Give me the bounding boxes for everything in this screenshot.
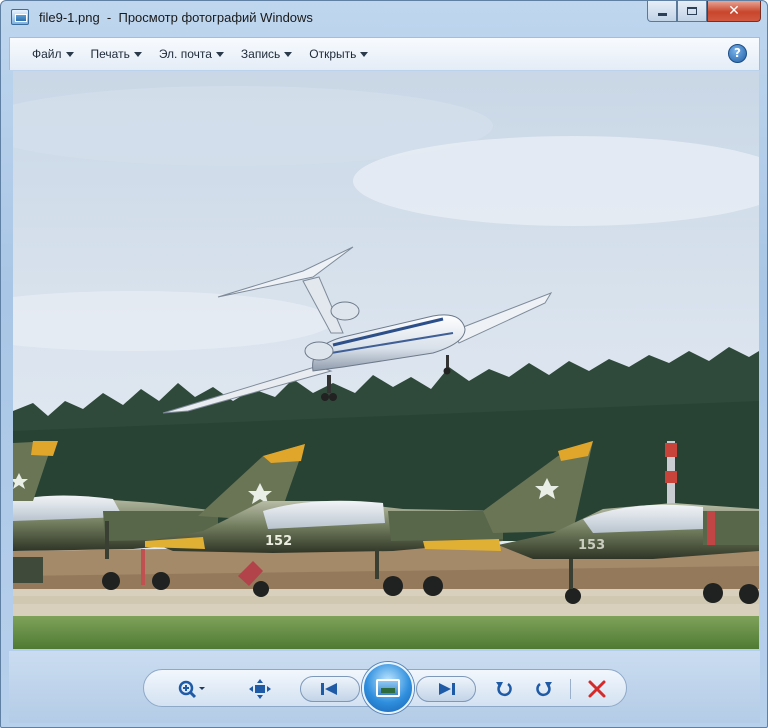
zoom-icon [178,680,205,699]
menu-burn-label: Запись [240,47,281,61]
rotate-right-button[interactable] [530,670,558,708]
caption-buttons: ✕ [647,1,761,22]
title-bar[interactable]: file9-1.png - Просмотр фотографий Window… [1,1,767,35]
chevron-down-icon [133,51,142,57]
chevron-down-icon [284,51,293,57]
minimize-button[interactable] [647,1,677,22]
slideshow-button[interactable] [362,662,414,714]
airliner-over-military-jets-photo: 152 153 [13,71,759,649]
menu-file[interactable]: Файл [32,47,74,61]
delete-button[interactable] [582,670,612,708]
photo-viewer-window: file9-1.png - Просмотр фотографий Window… [0,0,768,728]
chevron-down-icon [215,51,224,57]
menu-bar: Файл Печать Эл. почта Запись Открыть ? [9,37,760,70]
rotate-left-icon [496,682,512,697]
maximize-icon [687,7,697,15]
previous-button[interactable] [300,676,360,702]
chevron-down-icon [65,51,74,57]
rotate-left-button[interactable] [490,670,518,708]
bottom-control-bar [9,651,760,723]
help-icon: ? [734,46,741,60]
menu-print[interactable]: Печать [91,47,142,61]
actual-size-button[interactable] [244,670,276,708]
delete-icon [588,680,606,698]
minimize-icon [657,12,667,16]
maximize-button[interactable] [677,1,707,22]
help-button[interactable]: ? [728,44,747,63]
zoom-button[interactable] [172,670,212,708]
menu-email-label: Эл. почта [158,47,212,61]
previous-icon [321,683,337,695]
slideshow-icon [376,679,400,697]
next-icon [439,683,455,695]
chevron-down-icon [360,51,369,57]
menu-email[interactable]: Эл. почта [159,47,224,61]
tail-number-153: 153 [578,538,605,553]
menu-open-label: Открыть [309,47,357,61]
menu-print-label: Печать [90,47,130,61]
toolbar-divider [570,679,571,699]
window-title: file9-1.png - Просмотр фотографий Window… [39,10,313,25]
menu-burn[interactable]: Запись [240,47,293,61]
close-button[interactable]: ✕ [707,1,761,22]
fit-window-icon [249,679,271,699]
rotate-right-icon [536,682,552,697]
menu-file-label: Файл [32,47,62,61]
photo-viewer-app-icon [11,9,29,25]
controls-pill [143,662,627,714]
photo-display: 152 153 [13,71,759,649]
close-icon: ✕ [728,3,740,19]
tail-number-152: 152 [265,534,292,549]
menu-open[interactable]: Открыть [309,47,369,61]
next-button[interactable] [416,676,476,702]
